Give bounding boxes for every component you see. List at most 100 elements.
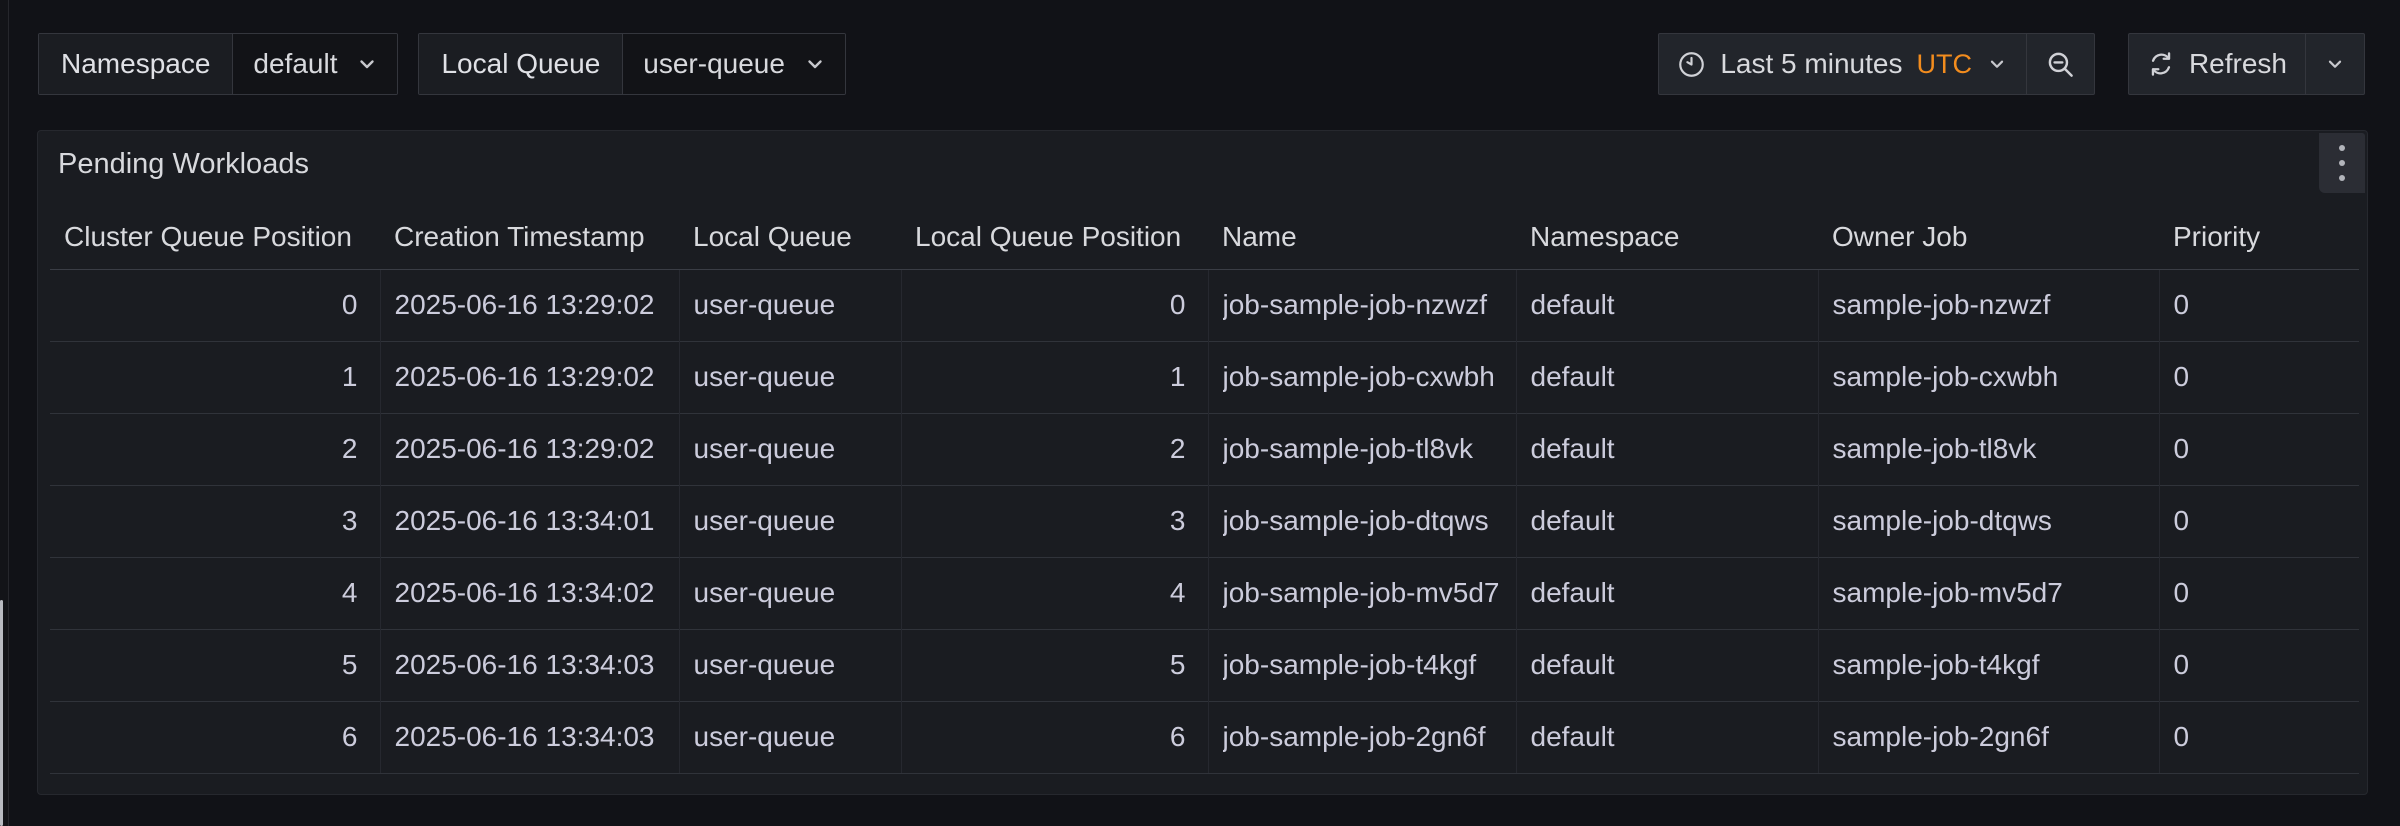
cell-local-queue-position: 5 bbox=[901, 629, 1208, 701]
cell-priority: 0 bbox=[2159, 341, 2359, 413]
cell-name: job-sample-job-nzwzf bbox=[1208, 269, 1516, 341]
column-header-creation-timestamp[interactable]: Creation Timestamp bbox=[380, 191, 679, 269]
cell-owner-job: sample-job-tl8vk bbox=[1818, 413, 2159, 485]
variable-namespace-label: Namespace bbox=[39, 34, 233, 94]
cell-cluster-queue-position: 4 bbox=[50, 557, 380, 629]
chevron-down-icon bbox=[355, 52, 379, 76]
variable-local-queue-label: Local Queue bbox=[419, 34, 623, 94]
cell-name: job-sample-job-mv5d7 bbox=[1208, 557, 1516, 629]
cell-local-queue-position: 1 bbox=[901, 341, 1208, 413]
cell-owner-job: sample-job-dtqws bbox=[1818, 485, 2159, 557]
cell-priority: 0 bbox=[2159, 413, 2359, 485]
cell-local-queue: user-queue bbox=[679, 269, 901, 341]
time-range-picker-button[interactable]: Last 5 minutes UTC bbox=[1659, 34, 2026, 94]
cell-creation-timestamp: 2025-06-16 13:29:02 bbox=[380, 341, 679, 413]
chevron-down-icon bbox=[803, 52, 827, 76]
cell-name: job-sample-job-tl8vk bbox=[1208, 413, 1516, 485]
variable-local-queue-picker[interactable]: user-queue bbox=[623, 34, 845, 94]
cell-namespace: default bbox=[1516, 413, 1818, 485]
cell-priority: 0 bbox=[2159, 557, 2359, 629]
zoom-out-time-button[interactable] bbox=[2026, 34, 2094, 94]
cell-priority: 0 bbox=[2159, 701, 2359, 773]
chevron-down-icon bbox=[2324, 53, 2346, 75]
cell-priority: 0 bbox=[2159, 269, 2359, 341]
variable-namespace-value: default bbox=[253, 48, 337, 80]
chevron-down-icon bbox=[1986, 53, 2008, 75]
cell-name: job-sample-job-2gn6f bbox=[1208, 701, 1516, 773]
template-variables: Namespace default Local Queue user-queue bbox=[38, 33, 846, 95]
cell-local-queue: user-queue bbox=[679, 341, 901, 413]
cell-local-queue-position: 6 bbox=[901, 701, 1208, 773]
cell-owner-job: sample-job-nzwzf bbox=[1818, 269, 2159, 341]
cell-creation-timestamp: 2025-06-16 13:34:01 bbox=[380, 485, 679, 557]
cell-creation-timestamp: 2025-06-16 13:34:03 bbox=[380, 701, 679, 773]
cell-name: job-sample-job-cxwbh bbox=[1208, 341, 1516, 413]
cell-cluster-queue-position: 5 bbox=[50, 629, 380, 701]
cell-priority: 0 bbox=[2159, 485, 2359, 557]
cell-creation-timestamp: 2025-06-16 13:34:02 bbox=[380, 557, 679, 629]
table-row: 32025-06-16 13:34:01user-queue3job-sampl… bbox=[50, 485, 2359, 557]
kebab-vertical-icon bbox=[2339, 145, 2345, 181]
cell-cluster-queue-position: 6 bbox=[50, 701, 380, 773]
cell-local-queue: user-queue bbox=[679, 629, 901, 701]
panel-title: Pending Workloads bbox=[58, 148, 309, 181]
cell-owner-job: sample-job-t4kgf bbox=[1818, 629, 2159, 701]
table-row: 52025-06-16 13:34:03user-queue5job-sampl… bbox=[50, 629, 2359, 701]
variable-namespace-picker[interactable]: default bbox=[233, 34, 397, 94]
variable-namespace: Namespace default bbox=[38, 33, 398, 95]
cell-cluster-queue-position: 1 bbox=[50, 341, 380, 413]
table-row: 22025-06-16 13:29:02user-queue2job-sampl… bbox=[50, 413, 2359, 485]
grafana-dashboard: Namespace default Local Queue user-queue bbox=[0, 0, 2400, 826]
variable-local-queue: Local Queue user-queue bbox=[418, 33, 845, 95]
pending-workloads-table: Cluster Queue PositionCreation Timestamp… bbox=[50, 191, 2359, 774]
column-header-priority[interactable]: Priority bbox=[2159, 191, 2359, 269]
cell-name: job-sample-job-t4kgf bbox=[1208, 629, 1516, 701]
cell-local-queue: user-queue bbox=[679, 701, 901, 773]
variable-local-queue-value: user-queue bbox=[643, 48, 785, 80]
refresh-interval-dropdown[interactable] bbox=[2305, 34, 2364, 94]
panel-menu-button[interactable] bbox=[2319, 133, 2365, 193]
time-range-label: Last 5 minutes bbox=[1720, 48, 1902, 80]
column-header-local-queue[interactable]: Local Queue bbox=[679, 191, 901, 269]
table-row: 42025-06-16 13:34:02user-queue4job-sampl… bbox=[50, 557, 2359, 629]
cell-priority: 0 bbox=[2159, 629, 2359, 701]
table-container: Cluster Queue PositionCreation Timestamp… bbox=[38, 191, 2367, 774]
cell-local-queue-position: 4 bbox=[901, 557, 1208, 629]
cell-local-queue: user-queue bbox=[679, 557, 901, 629]
cell-owner-job: sample-job-2gn6f bbox=[1818, 701, 2159, 773]
table-body: 02025-06-16 13:29:02user-queue0job-sampl… bbox=[50, 269, 2359, 773]
column-header-namespace[interactable]: Namespace bbox=[1516, 191, 1818, 269]
cell-cluster-queue-position: 2 bbox=[50, 413, 380, 485]
column-header-local-queue-position[interactable]: Local Queue Position bbox=[901, 191, 1208, 269]
cell-namespace: default bbox=[1516, 269, 1818, 341]
cell-owner-job: sample-job-mv5d7 bbox=[1818, 557, 2159, 629]
cell-cluster-queue-position: 0 bbox=[50, 269, 380, 341]
refresh-label: Refresh bbox=[2189, 48, 2287, 80]
cell-namespace: default bbox=[1516, 341, 1818, 413]
cell-name: job-sample-job-dtqws bbox=[1208, 485, 1516, 557]
cell-local-queue-position: 2 bbox=[901, 413, 1208, 485]
toolbar-right-controls: Last 5 minutes UTC bbox=[1658, 33, 2365, 95]
cell-namespace: default bbox=[1516, 485, 1818, 557]
refresh-button[interactable]: Refresh bbox=[2129, 34, 2305, 94]
column-header-cluster-queue-position[interactable]: Cluster Queue Position bbox=[50, 191, 380, 269]
cell-namespace: default bbox=[1516, 629, 1818, 701]
cell-owner-job: sample-job-cxwbh bbox=[1818, 341, 2159, 413]
refresh-group: Refresh bbox=[2128, 33, 2365, 95]
cell-namespace: default bbox=[1516, 701, 1818, 773]
cell-local-queue-position: 0 bbox=[901, 269, 1208, 341]
dashboard-toolbar: Namespace default Local Queue user-queue bbox=[38, 33, 2365, 95]
table-row: 02025-06-16 13:29:02user-queue0job-sampl… bbox=[50, 269, 2359, 341]
cell-creation-timestamp: 2025-06-16 13:29:02 bbox=[380, 269, 679, 341]
cell-local-queue: user-queue bbox=[679, 413, 901, 485]
cell-creation-timestamp: 2025-06-16 13:34:03 bbox=[380, 629, 679, 701]
cell-cluster-queue-position: 3 bbox=[50, 485, 380, 557]
timezone-label: UTC bbox=[1916, 49, 1972, 80]
window-scrollbar-fragment[interactable] bbox=[0, 600, 3, 826]
cell-local-queue: user-queue bbox=[679, 485, 901, 557]
clock-icon bbox=[1677, 50, 1706, 79]
column-header-name[interactable]: Name bbox=[1208, 191, 1516, 269]
column-header-owner-job[interactable]: Owner Job bbox=[1818, 191, 2159, 269]
time-range-group: Last 5 minutes UTC bbox=[1658, 33, 2095, 95]
sync-icon bbox=[2147, 50, 2175, 78]
